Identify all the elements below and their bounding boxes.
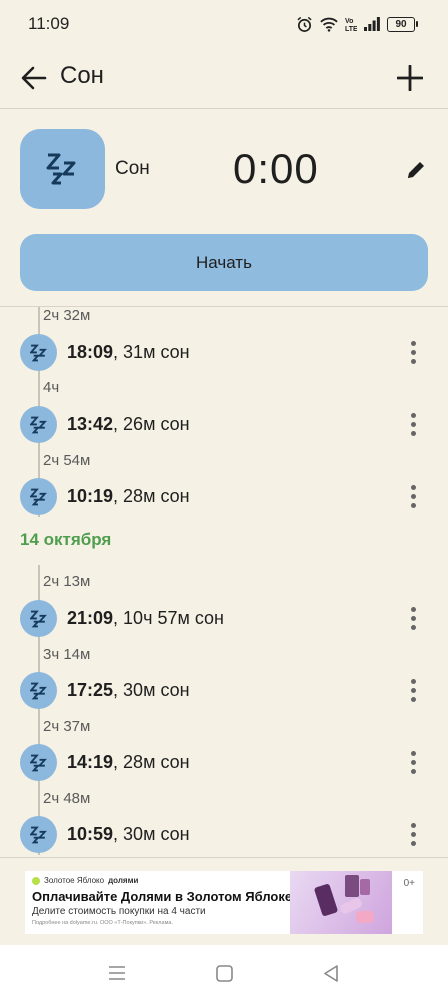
entry-detail: , 28м сон [113,486,190,506]
gap-duration: 2ч 32м [43,307,91,324]
page-title: Сон [60,62,104,89]
entry-text: 18:09, 31м сон [67,342,190,363]
ad-headline: Оплачивайте Долями в Золотом Яблоке [32,889,293,904]
svg-text:LTE: LTE [345,26,357,32]
gap-duration: 2ч 13м [43,573,91,590]
entry-time: 21:09 [67,608,114,628]
ad-brand-name: Золотое Яблоко [44,876,105,885]
entry-detail: , 30м сон [113,680,190,700]
back-nav-button[interactable] [319,961,343,985]
activity-icon-tile[interactable] [20,129,105,209]
back-triangle-icon [324,964,338,982]
sleep-entry-icon [20,672,57,709]
entry-detail: , 30м сон [113,824,190,844]
sleep-entry-icon [20,406,57,443]
list-item[interactable]: 13:42, 26м сон [0,404,448,444]
sleep-entry-icon [20,816,57,853]
entry-time: 10:59 [67,824,114,844]
volte-icon: VoLTE [345,18,357,32]
signal-icon [364,17,380,31]
start-button[interactable]: Начать [20,234,428,291]
entry-detail: , 31м сон [113,342,190,362]
gap-duration: 3ч 14м [43,646,91,663]
status-icons: Vo LTE 90 [296,12,418,36]
sleep-entry-icon [20,334,57,371]
edit-button[interactable] [398,152,434,188]
list-item[interactable]: 21:09, 10ч 57м сон [0,598,448,638]
sleep-entry-icon [20,478,57,515]
recent-apps-button[interactable] [105,961,129,985]
home-button[interactable] [212,961,236,985]
add-button[interactable] [390,58,430,98]
arrow-back-icon [21,66,47,90]
timeline-list[interactable]: 2ч 32м 18:09, 31м сон 4ч 13:42, 26м сон … [0,307,448,857]
back-button[interactable] [14,58,54,98]
list-item[interactable]: 17:25, 30м сон [0,670,448,710]
list-item[interactable]: 10:59, 30м сон [0,814,448,854]
pencil-icon [408,162,424,178]
ad-brand-partner: долями [108,876,139,885]
gap-duration: 2ч 37м [43,718,91,735]
entry-text: 14:19, 28м сон [67,752,190,773]
entry-text: 10:19, 28м сон [67,486,190,507]
list-item[interactable]: 14:19, 28м сон [0,742,448,782]
battery-icon: 90 [387,16,418,32]
more-options-icon[interactable] [401,746,425,778]
entry-detail: , 28м сон [113,752,190,772]
status-bar: 11:09 Vo LTE 90 [0,0,448,50]
activity-name: Сон [115,158,150,179]
list-item[interactable]: 18:09, 31м сон [0,332,448,372]
gap-duration: 2ч 54м [43,452,91,469]
timer-display: 0:00 [233,145,319,192]
more-options-icon[interactable] [401,336,425,368]
ad-brand: Золотое Яблоко долями [32,876,138,885]
plus-icon [397,65,423,91]
gap-duration: 2ч 48м [43,790,91,807]
entry-time: 18:09 [67,342,114,362]
more-options-icon[interactable] [401,602,425,634]
brand-logo-icon [32,876,40,885]
ad-product-image [290,871,392,934]
status-time: 11:09 [28,14,70,33]
ad-fine-print: Подробнее на dolyame.ru. ООО «Т-Покупки»… [32,920,173,926]
divider [0,857,448,858]
system-nav-bar [0,945,448,1000]
svg-text:Vo: Vo [345,18,353,25]
battery-level: 90 [387,16,415,32]
entry-detail: , 26м сон [113,414,190,434]
more-options-icon[interactable] [401,408,425,440]
entry-time: 17:25 [67,680,114,700]
list-item[interactable]: 10:19, 28м сон [0,476,448,516]
home-square-icon [215,964,233,982]
ad-age-rating: 0+ [403,878,415,889]
more-options-icon[interactable] [401,480,425,512]
wifi-icon [320,17,338,32]
date-header: 14 октября [20,530,112,549]
entry-text: 13:42, 26м сон [67,414,190,435]
ad-banner[interactable]: Золотое Яблоко долями Оплачивайте Долями… [25,871,423,934]
gap-duration: 4ч [43,379,60,396]
entry-detail: , 10ч 57м сон [113,608,224,628]
entry-time: 14:19 [67,752,114,772]
sleep-zzz-icon [46,153,75,185]
ad-subtitle: Делите стоимость покупки на 4 части [32,906,206,917]
entry-time: 10:19 [67,486,114,506]
more-options-icon[interactable] [401,818,425,850]
sleep-entry-icon [20,744,57,781]
entry-text: 17:25, 30м сон [67,680,190,701]
sleep-entry-icon [20,600,57,637]
entry-text: 21:09, 10ч 57м сон [67,608,224,629]
more-options-icon[interactable] [401,674,425,706]
entry-time: 13:42 [67,414,114,434]
divider [0,108,448,109]
app-bar: Сон [0,50,448,108]
menu-icon [109,966,125,980]
entry-text: 10:59, 30м сон [67,824,190,845]
alarm-icon [297,16,312,32]
